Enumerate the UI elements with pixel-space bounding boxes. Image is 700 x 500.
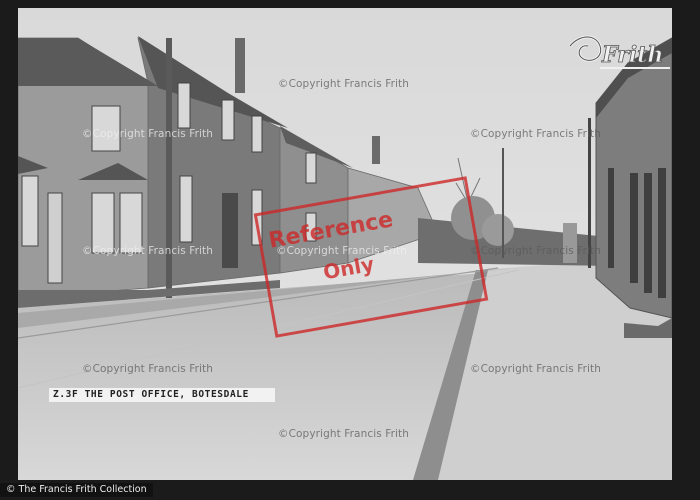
copyright-watermark: ©Copyright Francis Frith [82, 245, 214, 257]
logo-text: Frith [601, 42, 663, 68]
frame: Reference Only ©Copyright Francis Frith … [0, 0, 700, 500]
frith-logo: Frith [568, 35, 670, 69]
copyright-watermark: ©Copyright Francis Frith [470, 363, 602, 375]
copyright-watermark: ©Copyright Francis Frith [82, 128, 214, 140]
footer-copyright: © The Francis Frith Collection [0, 483, 153, 497]
copyright-watermark: ©Copyright Francis Frith [82, 363, 214, 375]
copyright-watermark: ©Copyright Francis Frith [276, 245, 408, 257]
copyright-watermark: ©Copyright Francis Frith [470, 245, 602, 257]
photo-caption: Z.3F THE POST OFFICE, BOTESDALE [49, 388, 275, 402]
copyright-watermark: ©Copyright Francis Frith [470, 128, 602, 140]
copyright-watermark: ©Copyright Francis Frith [278, 78, 410, 90]
copyright-watermark: ©Copyright Francis Frith [278, 428, 410, 440]
